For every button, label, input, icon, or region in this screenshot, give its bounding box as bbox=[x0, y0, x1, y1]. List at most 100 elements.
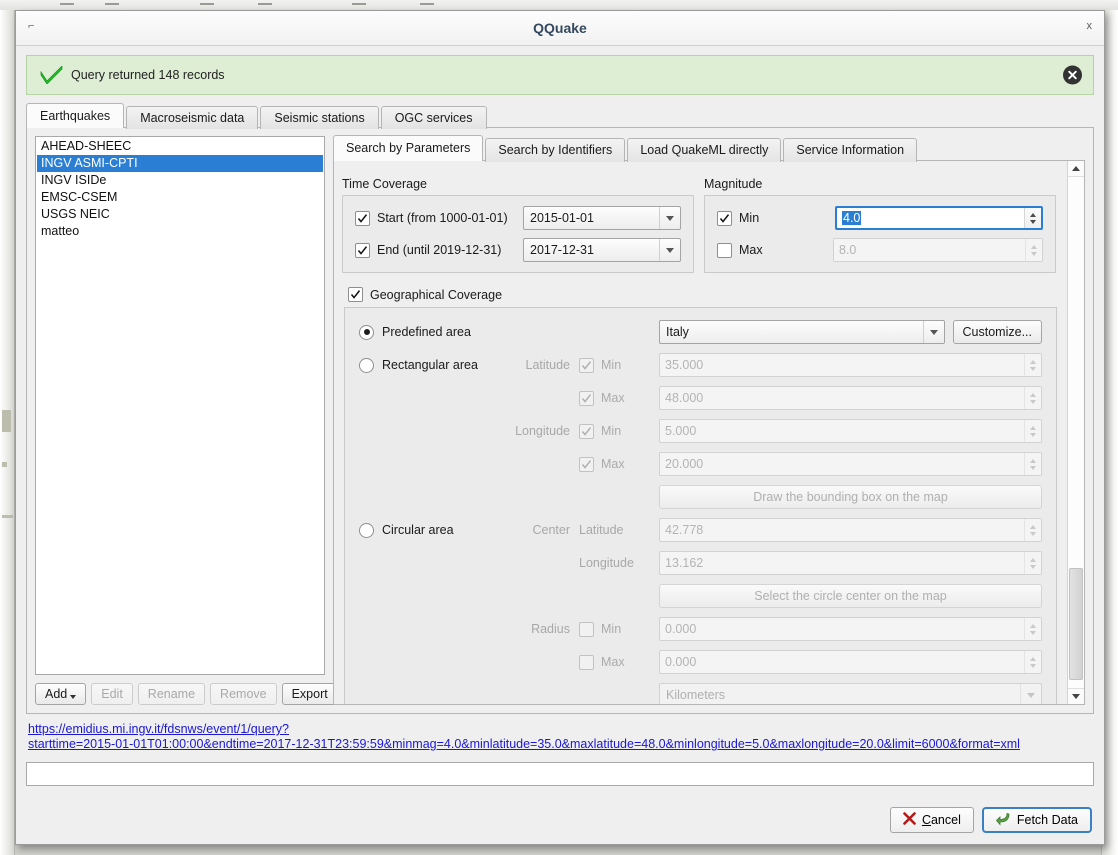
tab-seismic-stations[interactable]: Seismic stations bbox=[260, 106, 378, 129]
lat-min-spinbox[interactable]: 35.000 bbox=[659, 353, 1042, 377]
tab-ogc-services[interactable]: OGC services bbox=[381, 106, 487, 129]
chevron-down-icon bbox=[70, 695, 76, 699]
lat-max-stepper[interactable] bbox=[1024, 387, 1041, 409]
list-item[interactable]: USGS NEIC bbox=[37, 206, 323, 223]
list-item[interactable]: INGV ISIDe bbox=[37, 172, 323, 189]
tab-service-information[interactable]: Service Information bbox=[783, 138, 917, 162]
draw-bounding-box-button[interactable]: Draw the bounding box on the map bbox=[659, 485, 1042, 509]
query-url-link[interactable]: https://emidius.mi.ingv.it/fdsnws/event/… bbox=[28, 722, 1092, 752]
center-latitude-value: 42.778 bbox=[660, 519, 1024, 541]
lon-max-checkbox[interactable] bbox=[579, 457, 594, 472]
predefined-area-radio[interactable] bbox=[359, 325, 374, 340]
tab-earthquakes[interactable]: Earthquakes bbox=[26, 103, 124, 128]
magnitude-min-stepper[interactable] bbox=[1024, 208, 1041, 228]
rename-button[interactable]: Rename bbox=[138, 683, 205, 705]
scroll-up-button[interactable] bbox=[1068, 161, 1084, 177]
edit-button[interactable]: Edit bbox=[91, 683, 133, 705]
radius-max-label: Max bbox=[601, 655, 625, 669]
chevron-down-icon bbox=[923, 321, 944, 343]
dialog-title: QQuake bbox=[16, 20, 1104, 36]
lat-max-spinbox[interactable]: 48.000 bbox=[659, 386, 1042, 410]
magnitude-max-checkbox[interactable] bbox=[717, 243, 732, 258]
radius-units-combo[interactable]: Kilometers bbox=[659, 683, 1042, 704]
predefined-area-value: Italy bbox=[666, 325, 923, 339]
center-latitude-spinbox[interactable]: 42.778 bbox=[659, 518, 1042, 542]
start-date-combo[interactable]: 2015-01-01 bbox=[523, 206, 681, 230]
triangle-down-icon bbox=[1072, 694, 1080, 699]
close-circle-icon[interactable] bbox=[1063, 66, 1082, 85]
fetch-data-button[interactable]: Fetch Data bbox=[982, 807, 1092, 833]
lon-min-stepper[interactable] bbox=[1024, 420, 1041, 442]
list-item[interactable]: EMSC-CSEM bbox=[37, 189, 323, 206]
remove-button[interactable]: Remove bbox=[210, 683, 277, 705]
scroll-down-button[interactable] bbox=[1068, 688, 1084, 704]
predefined-area-row: Predefined area Italy bbox=[359, 320, 1042, 344]
lon-max-spinbox[interactable]: 20.000 bbox=[659, 452, 1042, 476]
radius-max-stepper[interactable] bbox=[1024, 651, 1041, 673]
magnitude-min-checkbox[interactable] bbox=[717, 211, 732, 226]
time-coverage-title: Time Coverage bbox=[342, 177, 694, 191]
geographical-coverage-checkbox[interactable] bbox=[348, 287, 363, 302]
export-button[interactable]: Export bbox=[282, 683, 338, 705]
green-arrow-icon bbox=[996, 812, 1011, 829]
radius-min-stepper[interactable] bbox=[1024, 618, 1041, 640]
radius-min-value: 0.000 bbox=[660, 618, 1024, 640]
add-button[interactable]: Add bbox=[35, 683, 86, 705]
magnitude-min-spinbox[interactable]: 4.0 bbox=[835, 206, 1043, 230]
cancel-button[interactable]: Cancel bbox=[890, 807, 974, 833]
lat-max-checkbox[interactable] bbox=[579, 391, 594, 406]
lon-max-value: 20.000 bbox=[660, 453, 1024, 475]
lon-min-label: Min bbox=[601, 424, 621, 438]
check-icon bbox=[37, 66, 67, 84]
lon-min-checkbox[interactable] bbox=[579, 424, 594, 439]
radius-units-row: Kilometers bbox=[359, 683, 1042, 704]
radius-max-checkbox[interactable] bbox=[579, 655, 594, 670]
lon-max-stepper[interactable] bbox=[1024, 453, 1041, 475]
tab-load-quakeml-directly[interactable]: Load QuakeML directly bbox=[627, 138, 781, 162]
center-longitude-spinbox[interactable]: 13.162 bbox=[659, 551, 1042, 575]
center-latitude-stepper[interactable] bbox=[1024, 519, 1041, 541]
parameters-scrollbar[interactable] bbox=[1067, 161, 1084, 704]
lat-min-label: Min bbox=[601, 358, 621, 372]
tab-search-by-parameters[interactable]: Search by Parameters bbox=[333, 135, 483, 161]
tab-search-by-identifiers[interactable]: Search by Identifiers bbox=[485, 138, 625, 162]
tab-macroseismic-data[interactable]: Macroseismic data bbox=[126, 106, 258, 129]
center-longitude-stepper[interactable] bbox=[1024, 552, 1041, 574]
scrollbar-thumb[interactable] bbox=[1069, 568, 1083, 680]
list-item[interactable]: matteo bbox=[37, 223, 323, 240]
radius-min-spinbox[interactable]: 0.000 bbox=[659, 617, 1042, 641]
window-close-button[interactable]: x bbox=[1087, 20, 1093, 32]
select-circle-center-button[interactable]: Select the circle center on the map bbox=[659, 584, 1042, 608]
predefined-area-combo[interactable]: Italy bbox=[659, 320, 945, 344]
main-tabbar: Earthquakes Macroseismic data Seismic st… bbox=[26, 104, 1094, 128]
radius-min-checkbox[interactable] bbox=[579, 622, 594, 637]
service-list-column: AHEAD-SHEEC INGV ASMI-CPTI INGV ISIDe EM… bbox=[35, 136, 325, 705]
service-list[interactable]: AHEAD-SHEEC INGV ASMI-CPTI INGV ISIDe EM… bbox=[35, 136, 325, 675]
scrollbar-track[interactable] bbox=[1068, 177, 1084, 688]
end-date-combo[interactable]: 2017-12-31 bbox=[523, 238, 681, 262]
rectangular-area-lon-max-row: Max 20.000 bbox=[359, 452, 1042, 476]
circular-area-radio[interactable] bbox=[359, 523, 374, 538]
query-url-line3: &format=xml bbox=[949, 737, 1020, 751]
lat-min-checkbox[interactable] bbox=[579, 358, 594, 373]
list-item[interactable]: INGV ASMI-CPTI bbox=[37, 155, 323, 172]
magnitude-max-stepper[interactable] bbox=[1025, 239, 1042, 261]
magnitude-max-spinbox[interactable]: 8.0 bbox=[833, 238, 1043, 262]
radius-label: Radius bbox=[495, 622, 579, 636]
rectangular-area-radio[interactable] bbox=[359, 358, 374, 373]
fetch-data-button-label: Fetch Data bbox=[1017, 813, 1078, 827]
lat-min-stepper[interactable] bbox=[1024, 354, 1041, 376]
lon-min-spinbox[interactable]: 5.000 bbox=[659, 419, 1042, 443]
parameters-column: Search by Parameters Search by Identifie… bbox=[333, 136, 1085, 705]
rectangular-area-label: Rectangular area bbox=[382, 358, 478, 372]
radius-max-spinbox[interactable]: 0.000 bbox=[659, 650, 1042, 674]
rectangular-area-lat-min-row: Rectangular area Latitude Min bbox=[359, 353, 1042, 377]
list-item[interactable]: AHEAD-SHEEC bbox=[37, 138, 323, 155]
circular-area-label: Circular area bbox=[382, 523, 454, 537]
radius-units-value: Kilometers bbox=[666, 688, 1020, 702]
end-date-checkbox[interactable] bbox=[355, 243, 370, 258]
query-url-container: https://emidius.mi.ingv.it/fdsnws/event/… bbox=[26, 714, 1094, 758]
customize-button[interactable]: Customize... bbox=[953, 320, 1042, 344]
time-coverage-group: Time Coverage Start (from 1000-01-01) bbox=[342, 171, 694, 273]
start-date-checkbox[interactable] bbox=[355, 211, 370, 226]
